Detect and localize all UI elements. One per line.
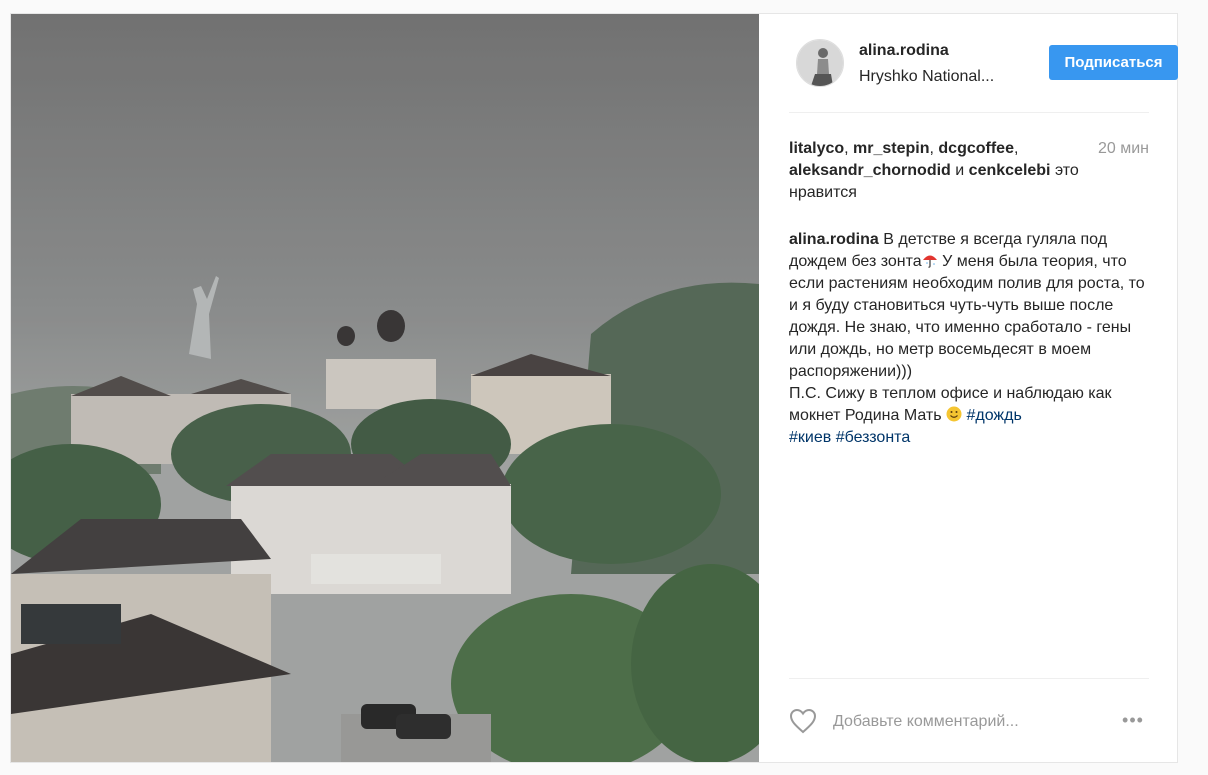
liker-link[interactable]: dcgcoffee xyxy=(938,140,1014,157)
caption: alina.rodina В детстве я всегда гуляла п… xyxy=(789,229,1149,449)
location-link[interactable]: Hryshko National... xyxy=(859,68,1019,86)
liker-link[interactable]: mr_stepin xyxy=(853,140,929,157)
photo-rainy-kyiv-landscape xyxy=(11,14,759,762)
likes-and: и xyxy=(950,162,965,179)
more-options-icon[interactable]: ••• xyxy=(1117,710,1149,730)
header-divider xyxy=(789,112,1149,113)
post-timestamp[interactable]: 20 мин xyxy=(1098,138,1149,160)
comment-bar: ••• xyxy=(789,704,1149,738)
hashtag-link[interactable]: #беззонта xyxy=(836,429,911,446)
smile-icon xyxy=(946,406,962,422)
likes-text: litalyco, mr_stepin, dcgcoffee, aleksand… xyxy=(789,138,1079,204)
comment-input[interactable] xyxy=(831,708,1105,736)
caption-author-link[interactable]: alina.rodina xyxy=(789,231,879,248)
caption-text: У меня была теория, что если растениям н… xyxy=(789,253,1145,380)
avatar[interactable] xyxy=(796,39,844,87)
footer-divider xyxy=(789,678,1149,679)
hashtag-link[interactable]: #дождь xyxy=(966,407,1021,424)
likes-separator: , xyxy=(1013,140,1019,157)
post-photo[interactable] xyxy=(11,14,759,762)
post-card: alina.rodina Hryshko National... Подписа… xyxy=(10,13,1178,763)
post-sidebar: alina.rodina Hryshko National... Подписа… xyxy=(759,14,1178,762)
liker-link[interactable]: litalyco xyxy=(789,140,844,157)
umbrella-icon xyxy=(922,255,937,268)
liker-link[interactable]: aleksandr_chornodid xyxy=(789,162,951,179)
liker-link[interactable]: cenkcelebi xyxy=(969,162,1051,179)
follow-button[interactable]: Подписаться xyxy=(1049,45,1178,80)
username-link[interactable]: alina.rodina xyxy=(859,42,949,60)
post-header: alina.rodina Hryshko National... Подписа… xyxy=(789,36,1178,112)
avatar-image xyxy=(797,40,843,86)
heart-outline-icon[interactable] xyxy=(789,708,817,734)
hashtag-link[interactable]: #киев xyxy=(789,429,831,446)
likes-separator: , xyxy=(844,140,854,157)
likes-section: litalyco, mr_stepin, dcgcoffee, aleksand… xyxy=(789,138,1149,204)
